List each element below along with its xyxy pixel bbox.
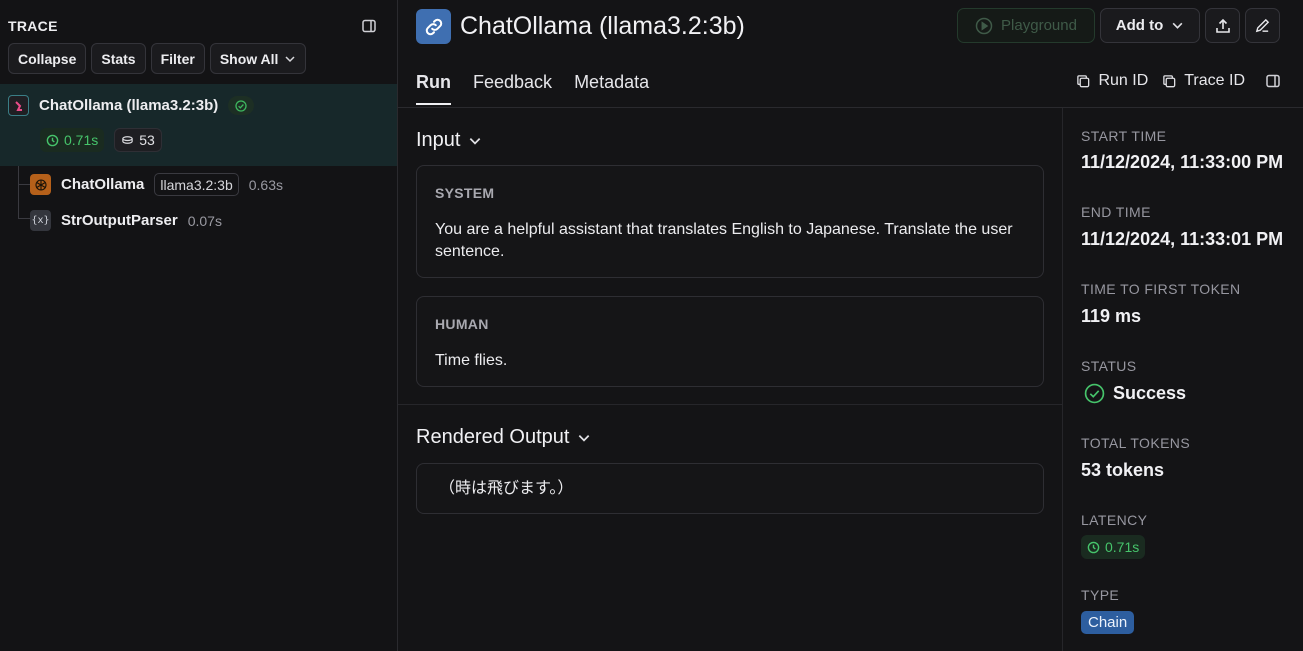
run-id-label: Run ID	[1098, 72, 1149, 89]
trace-child-chatollama[interactable]: ChatOllama llama3.2:3b 0.63s	[30, 173, 283, 196]
output-text: （時は飛びます。）	[439, 480, 574, 497]
trace-child-name: ChatOllama	[61, 176, 145, 193]
filter-button[interactable]: Filter	[150, 43, 205, 74]
sidebar-toggle-icon[interactable]	[361, 18, 377, 34]
clock-icon	[1087, 541, 1100, 553]
copy-run-id-button[interactable]: Run ID	[1076, 72, 1148, 90]
total-tokens-value: 53 tokens	[1081, 460, 1165, 480]
run-tabs: Run Feedback Metadata	[416, 72, 649, 105]
add-to-label: Add to	[1115, 17, 1164, 34]
latency-pill: 0.71s	[40, 128, 105, 152]
playground-label: Playground	[1001, 17, 1077, 34]
pencil-icon	[1255, 18, 1270, 33]
tab-metadata[interactable]: Metadata	[574, 72, 649, 105]
chevron-down-icon	[285, 55, 295, 62]
upload-icon	[1215, 18, 1230, 33]
copy-icon	[1077, 74, 1090, 87]
tree-connector	[18, 166, 19, 218]
start-time-label: START TIME	[1081, 128, 1167, 144]
output-section-toggle[interactable]: Rendered Output	[416, 426, 591, 449]
tokens-pill: 53	[114, 128, 162, 152]
chevron-down-icon	[579, 434, 590, 442]
add-to-dropdown[interactable]: Add to	[1100, 8, 1200, 43]
trace-root-node[interactable]: ChatOllama (llama3.2:3b)	[8, 95, 255, 116]
type-label: TYPE	[1081, 587, 1120, 603]
latency-pill: 0.71s	[1081, 535, 1146, 559]
latency-label: LATENCY	[1081, 512, 1148, 528]
link-icon	[416, 9, 451, 44]
page-title: ChatOllama (llama3.2:3b)	[460, 12, 745, 40]
trace-header: TRACE	[8, 16, 377, 36]
rendered-output-card: （時は飛びます。）	[416, 463, 1044, 514]
tab-run[interactable]: Run	[416, 72, 451, 105]
message-role: SYSTEM	[435, 185, 495, 201]
system-message-card: SYSTEM You are a helpful assistant that …	[416, 165, 1044, 278]
trace-panel: TRACE Collapse Stats Filter Show All Cha…	[0, 0, 398, 651]
share-button[interactable]	[1205, 8, 1240, 43]
status-label: STATUS	[1081, 358, 1137, 374]
playground-button[interactable]: Playground	[957, 8, 1095, 43]
trace-title: TRACE	[8, 18, 58, 34]
input-section-toggle[interactable]: Input	[416, 129, 482, 152]
tree-connector	[18, 218, 30, 219]
chevron-down-icon	[470, 137, 481, 145]
trace-id-label: Trace ID	[1184, 72, 1245, 89]
ttft-label: TIME TO FIRST TOKEN	[1081, 281, 1241, 297]
tab-feedback[interactable]: Feedback	[473, 72, 552, 105]
message-role: HUMAN	[435, 316, 489, 332]
trace-child-latency: 0.63s	[248, 176, 283, 193]
status-value: Success	[1084, 383, 1186, 404]
section-divider	[398, 404, 1062, 405]
play-circle-icon	[975, 17, 993, 34]
collapse-button[interactable]: Collapse	[8, 43, 87, 74]
coins-icon	[122, 136, 133, 144]
message-text: You are a helpful assistant that transla…	[435, 221, 1013, 260]
run-title-bar: ChatOllama (llama3.2:3b)	[416, 9, 745, 44]
copy-trace-id-button[interactable]: Trace ID	[1162, 72, 1245, 90]
message-text: Time flies.	[435, 352, 508, 369]
type-badge: Chain	[1081, 611, 1135, 634]
end-time-label: END TIME	[1081, 204, 1151, 220]
status-text: Success	[1113, 383, 1187, 403]
end-time-value: 11/12/2024, 11:33:01 PM	[1081, 229, 1284, 249]
trace-root-name: ChatOllama (llama3.2:3b)	[39, 97, 219, 114]
copy-icon	[1163, 74, 1176, 87]
variable-icon: {x}	[30, 210, 51, 231]
root-latency: 0.71s	[64, 132, 99, 148]
trace-root-stats: 0.71s 53	[40, 128, 162, 152]
success-check-icon	[1084, 383, 1105, 404]
show-all-label: Show All	[219, 50, 279, 67]
clock-icon	[46, 134, 59, 146]
ttft-value: 119 ms	[1081, 306, 1142, 326]
trace-child-latency: 0.07s	[187, 212, 222, 229]
openai-logo-icon	[30, 174, 51, 195]
header-actions: Playground Add to	[957, 8, 1280, 43]
human-message-card: HUMAN Time flies.	[416, 296, 1044, 387]
details-panel-toggle-icon[interactable]	[1265, 73, 1281, 89]
stats-button[interactable]: Stats	[91, 43, 146, 74]
input-heading: Input	[416, 129, 461, 151]
tree-connector	[18, 184, 30, 185]
edit-button[interactable]	[1245, 8, 1280, 43]
trace-child-stroutputparser[interactable]: {x} StrOutputParser 0.07s	[30, 210, 222, 231]
start-time-value: 11/12/2024, 11:33:00 PM	[1081, 152, 1284, 172]
run-details-panel: START TIME 11/12/2024, 11:33:00 PM END T…	[1062, 108, 1303, 651]
total-tokens-label: TOTAL TOKENS	[1081, 435, 1191, 451]
root-tokens: 53	[139, 132, 155, 148]
chevron-down-icon	[1172, 22, 1183, 29]
output-heading: Rendered Output	[416, 426, 570, 448]
chain-icon	[8, 95, 29, 116]
model-tag: llama3.2:3b	[154, 173, 239, 196]
trace-child-name: StrOutputParser	[61, 212, 178, 229]
id-actions: Run ID Trace ID	[1076, 72, 1281, 90]
trace-toolbar: Collapse Stats Filter Show All	[8, 43, 307, 74]
show-all-dropdown[interactable]: Show All	[209, 43, 307, 74]
success-check-icon	[228, 96, 255, 115]
latency-value: 0.71s	[1105, 539, 1140, 555]
